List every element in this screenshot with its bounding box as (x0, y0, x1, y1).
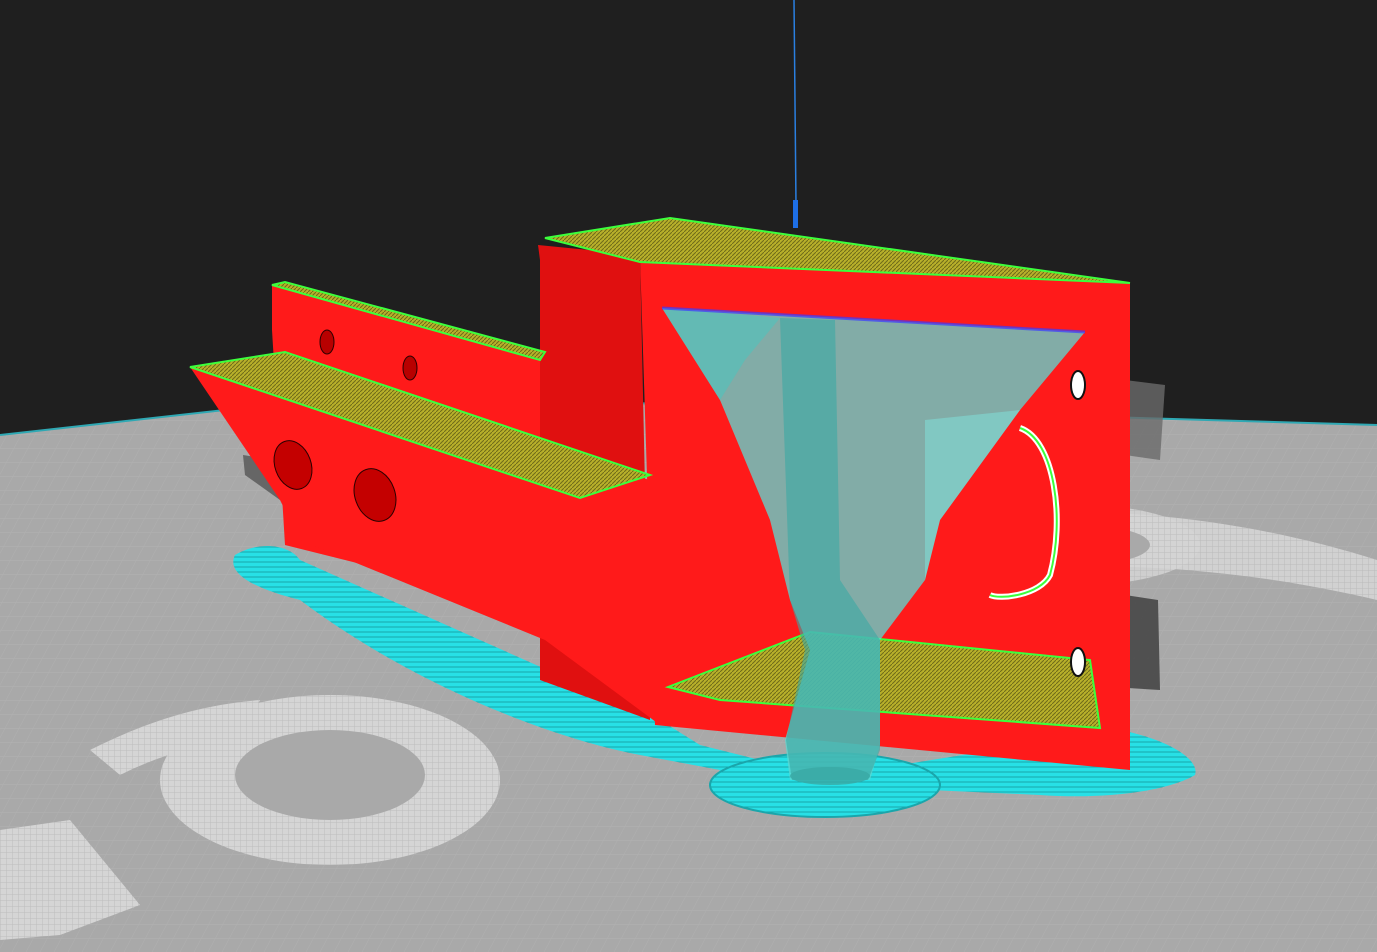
layer-view-scene[interactable] (0, 0, 1377, 952)
slicer-3d-viewport[interactable] (0, 0, 1377, 952)
nozzle-marker (793, 0, 798, 228)
mounting-hole (402, 355, 418, 381)
mounting-hole (319, 329, 335, 355)
nozzle-marker-icon (793, 200, 798, 228)
travel-line (793, 0, 797, 206)
mounting-hole (1070, 370, 1086, 400)
mounting-hole (1070, 647, 1086, 677)
